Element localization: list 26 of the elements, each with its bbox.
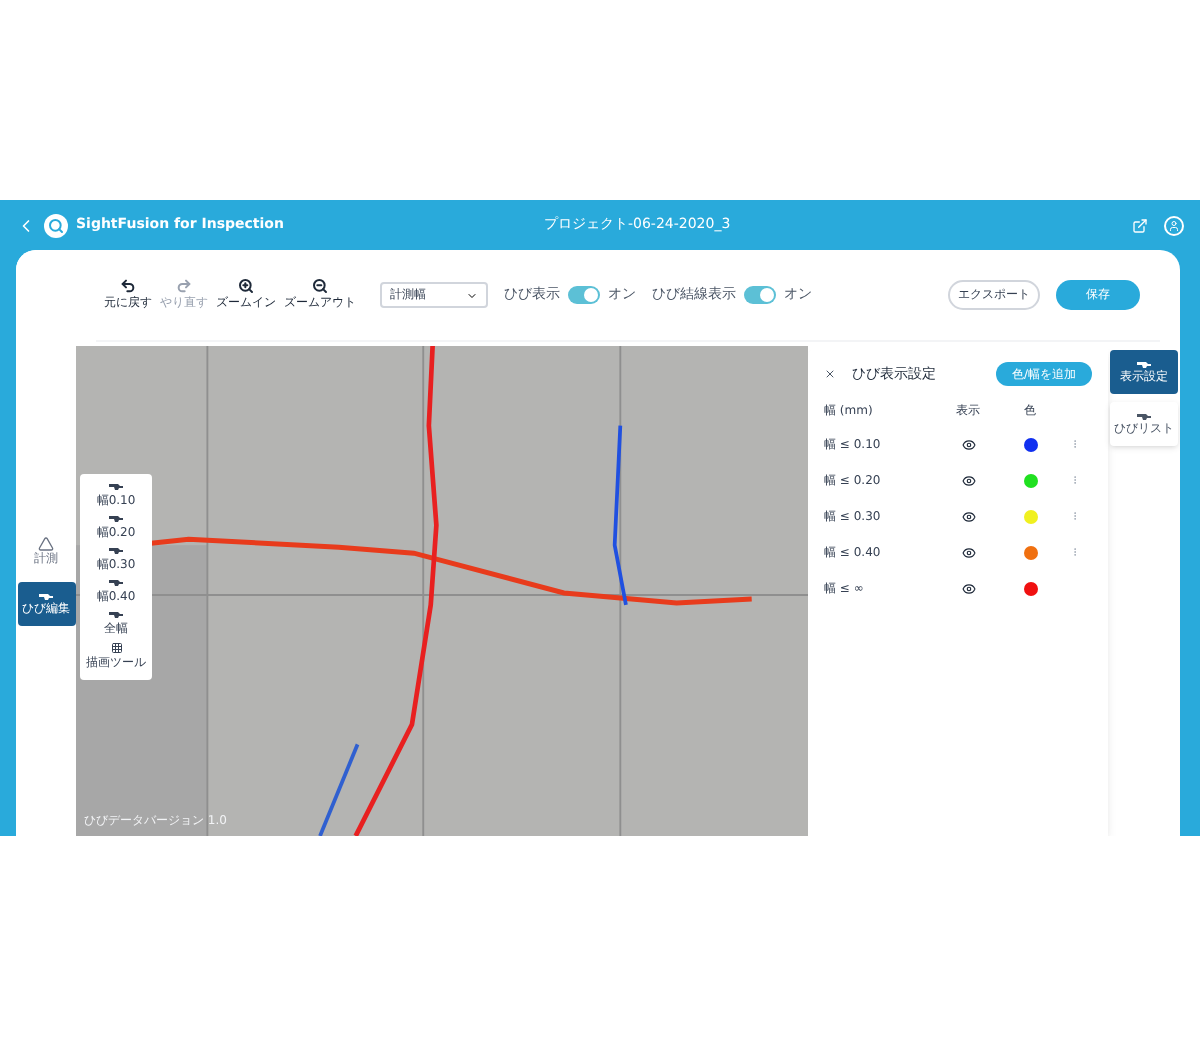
crack-tool-icon xyxy=(107,578,124,588)
eye-icon[interactable] xyxy=(961,581,975,595)
crack-tool-icon xyxy=(38,591,54,601)
crack-tool-icon xyxy=(1136,411,1152,421)
zoom-in-icon xyxy=(238,278,254,294)
crack-tool-icon xyxy=(107,482,124,492)
crack-tool-icon xyxy=(107,514,124,524)
crack-tool-icon xyxy=(107,546,124,556)
logo-icon xyxy=(44,213,68,237)
ruler-icon xyxy=(38,536,54,552)
toggle-switch[interactable] xyxy=(568,286,600,304)
eye-icon[interactable] xyxy=(961,437,975,451)
eye-icon[interactable] xyxy=(961,473,975,487)
external-link-icon[interactable] xyxy=(1132,217,1148,233)
grid-icon xyxy=(109,642,123,654)
close-icon[interactable] xyxy=(824,368,836,380)
zoom-out-icon xyxy=(312,278,328,294)
eye-icon[interactable] xyxy=(961,545,975,559)
toggle-switch[interactable] xyxy=(744,286,776,304)
redo-icon xyxy=(176,278,192,294)
crack-tool-icon xyxy=(1136,359,1152,369)
chevron-down-icon xyxy=(466,289,478,301)
account-icon[interactable] xyxy=(1164,215,1184,235)
crack-tool-icon xyxy=(108,610,124,620)
eye-icon[interactable] xyxy=(961,509,975,523)
undo-icon xyxy=(120,278,136,294)
